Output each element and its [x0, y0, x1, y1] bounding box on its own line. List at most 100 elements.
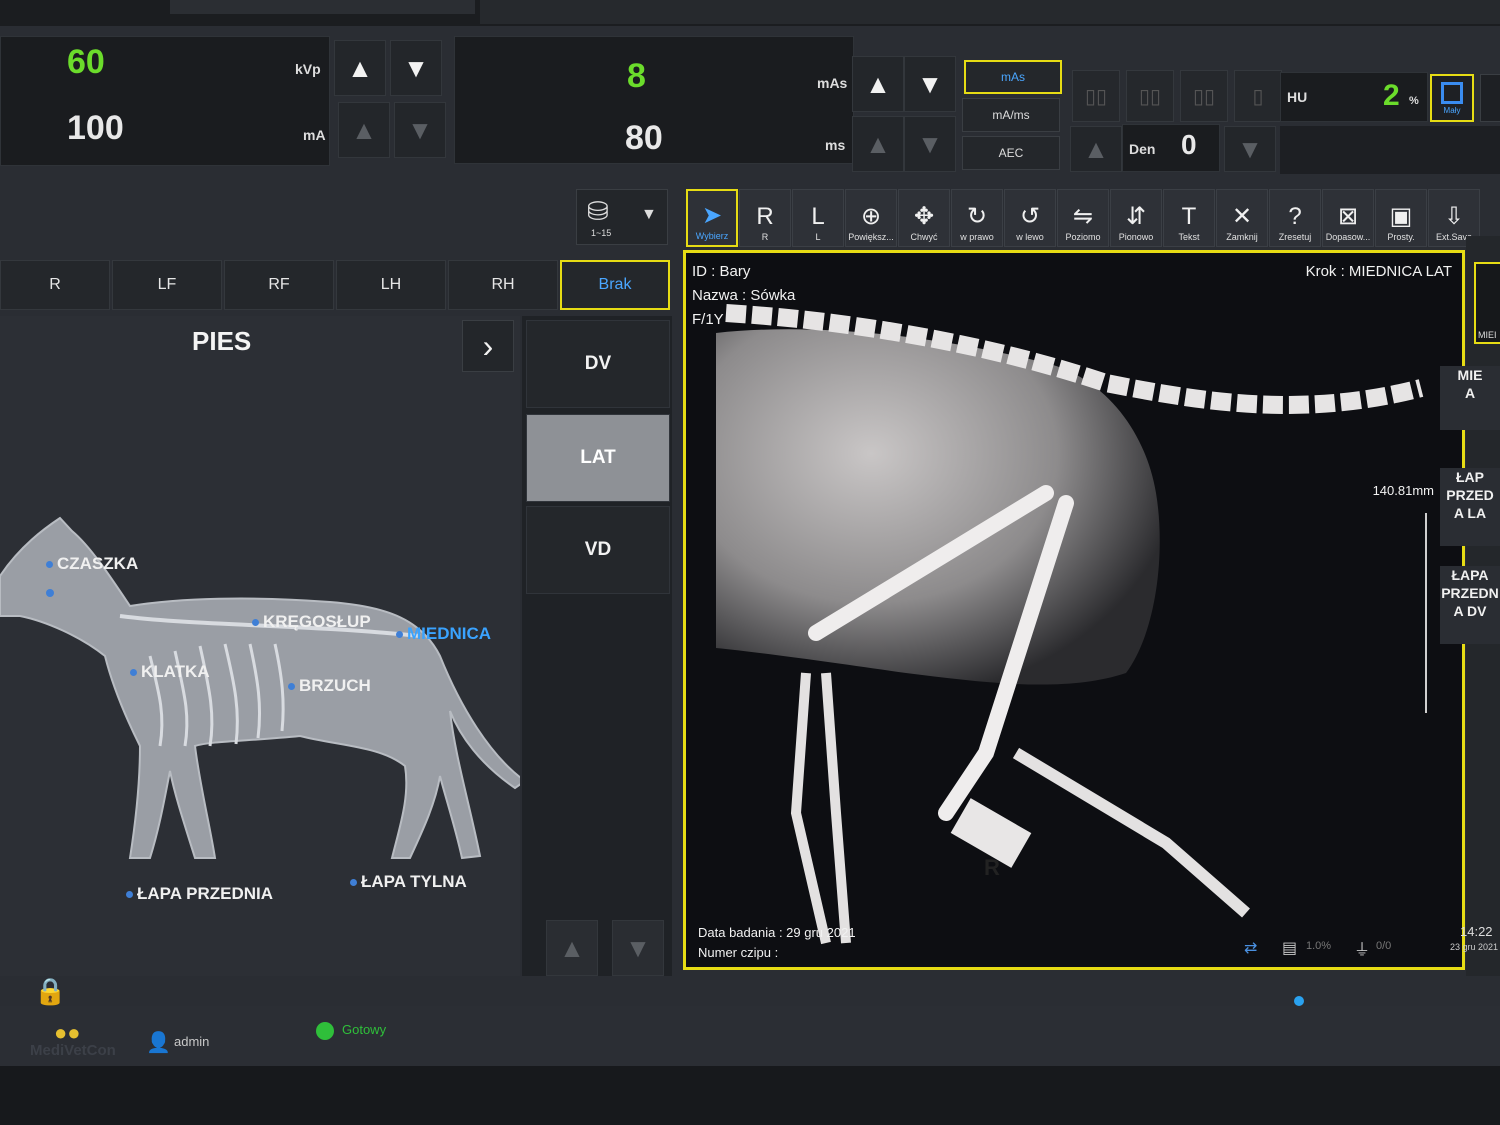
lock-icon[interactable]: 🔒 — [34, 976, 66, 1007]
kvp-value: 60 — [67, 43, 105, 81]
aec-chamber-icon[interactable]: ▯▯ — [1072, 70, 1120, 122]
hu-label: HU — [1287, 89, 1308, 105]
side-marker: R — [984, 855, 1000, 880]
monitor-bezel-bottom — [0, 996, 1500, 1125]
kvp-up-button[interactable]: ▲ — [334, 40, 386, 96]
focus-large-button[interactable] — [1480, 74, 1500, 122]
position-tab-lf[interactable]: LF — [112, 260, 222, 310]
view-dv[interactable]: DV — [526, 320, 670, 408]
den-value: 0 — [1181, 129, 1197, 160]
xray-image — [686, 253, 1462, 967]
tool-icon: ⇋ — [1072, 203, 1094, 230]
patient-name: Nazwa : Sówka — [692, 287, 796, 304]
clock-date: 23 gru 2021 — [1450, 942, 1499, 952]
next-species-button[interactable]: › — [462, 320, 514, 372]
tool-r-button[interactable]: RR — [739, 189, 791, 247]
tool-label: Prosty. — [1387, 232, 1415, 242]
view-lat[interactable]: LAT — [526, 414, 670, 502]
tool-powiększ-button[interactable]: ⊕ Powiększ... — [845, 189, 897, 247]
tool-zamknij-button[interactable]: ✕ Zamknij — [1216, 189, 1268, 247]
views-down-button[interactable]: ▼ — [612, 920, 664, 976]
mas-down-button[interactable]: ▼ — [904, 56, 956, 112]
tool-zresetuj-button[interactable]: ? Zresetuj — [1269, 189, 1321, 247]
tool-icon: ⊕ — [860, 203, 882, 230]
tool-chwyć-button[interactable]: ✥ Chwyć — [898, 189, 950, 247]
tool-dopasow-button[interactable]: ⊠ Dopasow... — [1322, 189, 1374, 247]
spare-panel — [1280, 126, 1500, 174]
region-hind-paw[interactable]: ŁAPA TYLNA — [350, 872, 467, 892]
tool-label: R — [761, 232, 769, 242]
aec-chamber-icon[interactable]: ▯▯ — [1126, 70, 1174, 122]
bezel-strip — [170, 0, 475, 14]
tool-icon: ↻ — [966, 203, 988, 230]
region-skull[interactable]: CZASZKA — [46, 554, 138, 574]
position-tab-r[interactable]: R — [0, 260, 110, 310]
region-spine[interactable]: KRĘGOSŁUP — [252, 612, 371, 632]
kvp-ma-panel: 60 kVp 100 mA — [0, 36, 330, 166]
tool-tekst-button[interactable]: T Tekst — [1163, 189, 1215, 247]
view-vd[interactable]: VD — [526, 506, 670, 594]
aec-chamber-icon[interactable]: ▯ — [1234, 70, 1282, 122]
ma-up-button[interactable]: ▲ — [338, 102, 390, 158]
mas-up-button[interactable]: ▲ — [852, 56, 904, 112]
position-tab-brak[interactable]: Brak — [560, 260, 670, 310]
kvp-unit: kVp — [295, 61, 321, 77]
tool-icon: L — [811, 203, 825, 230]
chevron-down-icon: ▼ — [641, 206, 657, 223]
tool-w-prawo-button[interactable]: ↻ w prawo — [951, 189, 1003, 247]
tool-w-lewo-button[interactable]: ↺ w lewo — [1004, 189, 1056, 247]
xray-viewer[interactable]: ID : Bary Nazwa : Sówka F/1Y Krok : MIED… — [683, 250, 1465, 970]
system-state: Gotowy — [342, 1022, 387, 1037]
aec-chamber-icon[interactable]: ▯▯ — [1180, 70, 1228, 122]
den-panel: Den 0 — [1122, 124, 1220, 172]
step-item-front-paw-dv[interactable]: ŁAPA PRZEDN A DV — [1440, 566, 1500, 644]
tool-label: Zamknij — [1226, 232, 1258, 242]
usb-icon: ⏚ — [1354, 942, 1371, 959]
ma-down-button[interactable]: ▼ — [394, 102, 446, 158]
ms-up-button[interactable]: ▲ — [852, 116, 904, 172]
tool-pionowo-button[interactable]: ⇵ Pionowo — [1110, 189, 1162, 247]
tool-prosty-button[interactable]: ▣ Prosty. — [1375, 189, 1427, 247]
region-abdomen[interactable]: BRZUCH — [288, 676, 371, 696]
tool-icon: ⇩ — [1443, 203, 1465, 230]
tool-label: Wybierz — [695, 231, 729, 241]
den-up-button[interactable]: ▲ — [1070, 126, 1122, 172]
mode-aec-button[interactable]: AEC — [962, 136, 1060, 170]
ruler-measurement: 140.81mm — [1372, 483, 1434, 498]
ms-down-button[interactable]: ▼ — [904, 116, 956, 172]
position-tab-rh[interactable]: RH — [448, 260, 558, 310]
tool-l-button[interactable]: LL — [792, 189, 844, 247]
position-tab-rf[interactable]: RF — [224, 260, 334, 310]
mode-mas-button[interactable]: mAs — [964, 60, 1062, 94]
patient-id: ID : Bary — [692, 263, 751, 280]
region-pelvis[interactable]: MIEDNICA — [396, 624, 491, 644]
region-hind-paw-label: ŁAPA TYLNA — [361, 872, 467, 891]
hu-value: 2 — [1383, 79, 1400, 112]
tool-wybierz-button[interactable]: ➤ Wybierz — [686, 189, 738, 247]
position-tabs: R LF RF LH RH Brak — [0, 260, 672, 312]
region-chest-label: KLATKA — [141, 662, 210, 681]
views-up-button[interactable]: ▲ — [546, 920, 598, 976]
region-chest[interactable]: KLATKA — [130, 662, 210, 682]
focus-small-button[interactable]: Mały — [1430, 74, 1474, 122]
tool-label: w lewo — [1016, 232, 1044, 242]
tool-icon: ⊠ — [1337, 203, 1359, 230]
mode-ma-ms-button[interactable]: mA/ms — [962, 98, 1060, 132]
step-thumbnail[interactable]: MIEI — [1474, 262, 1500, 344]
cassette-size-dropdown[interactable]: ⛁ 1~15 ▼ — [576, 189, 668, 245]
step-item-pelvis[interactable]: MIE A — [1440, 366, 1500, 430]
cassette-size-label: 1~15 — [591, 228, 612, 238]
position-tab-lh[interactable]: LH — [336, 260, 446, 310]
den-label: Den — [1129, 141, 1156, 157]
den-down-button[interactable]: ▼ — [1224, 126, 1276, 172]
step-item-front-paw-lat[interactable]: ŁAP PRZED A LA — [1440, 468, 1500, 546]
user-icon: 👤 — [146, 1032, 171, 1054]
status-bar: ●● MediVetCon 👤 admin Gotowy — [0, 1006, 1500, 1066]
tool-label: Tekst — [1178, 232, 1200, 242]
exam-step: Krok : MIEDNICA LAT — [1305, 263, 1452, 280]
cassette-icon: ⛁ — [587, 196, 609, 226]
kvp-down-button[interactable]: ▼ — [390, 40, 442, 96]
region-abdomen-label: BRZUCH — [299, 676, 371, 695]
region-front-paw[interactable]: ŁAPA PRZEDNIA — [126, 884, 273, 904]
tool-poziomo-button[interactable]: ⇋ Poziomo — [1057, 189, 1109, 247]
